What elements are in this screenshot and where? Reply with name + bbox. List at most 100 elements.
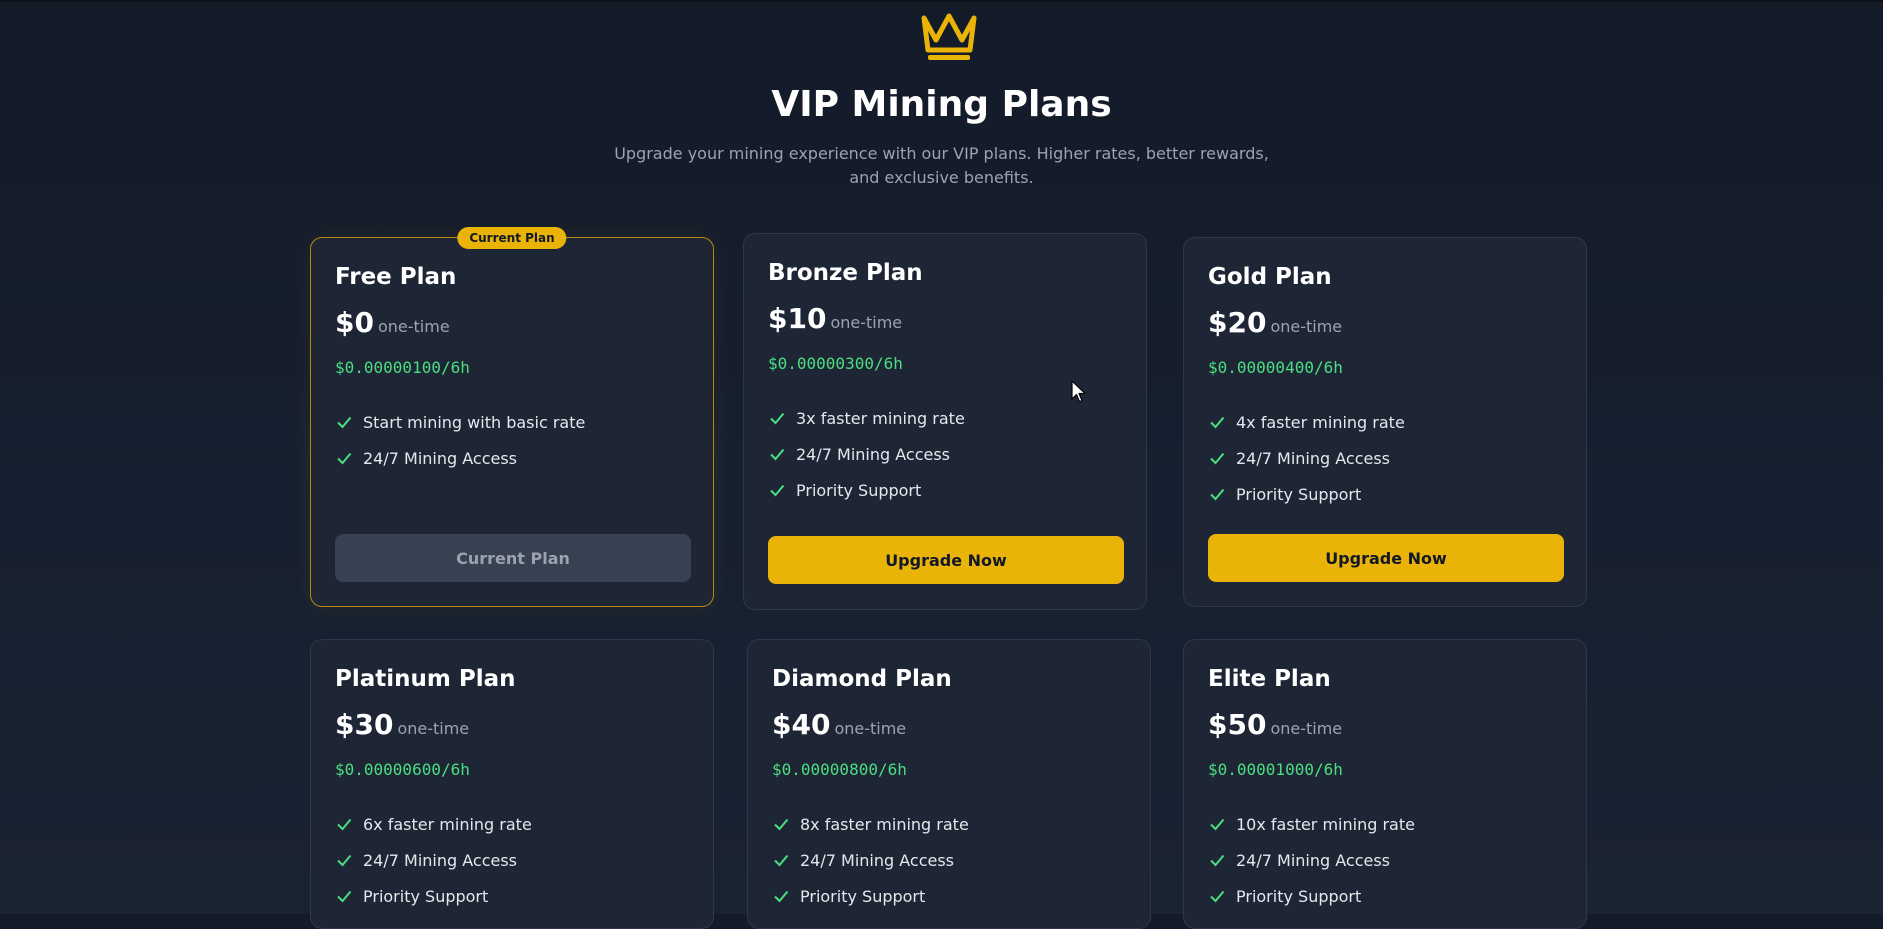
- price-row: $40 one-time: [772, 708, 906, 741]
- check-icon: [337, 452, 352, 465]
- feature-label: 10x faster mining rate: [1236, 814, 1415, 834]
- feature-item: 24/7 Mining Access: [772, 842, 969, 878]
- feature-label: Start mining with basic rate: [363, 412, 586, 432]
- check-icon: [774, 854, 789, 867]
- feature-item: 24/7 Mining Access: [768, 436, 965, 472]
- feature-label: Priority Support: [800, 886, 926, 906]
- top-border: [0, 0, 1883, 2]
- plan-card-bronze: Bronze Plan $10 one-time $0.00000300/6h 3…: [743, 233, 1147, 610]
- feature-label: Priority Support: [1236, 484, 1362, 504]
- price-suffix: one-time: [397, 719, 470, 738]
- plan-name: Free Plan: [335, 264, 457, 290]
- price-suffix: one-time: [1270, 317, 1343, 336]
- check-icon: [1210, 890, 1225, 903]
- check-icon: [337, 890, 352, 903]
- price-row: $20 one-time: [1208, 306, 1342, 339]
- feature-item: Priority Support: [1208, 878, 1415, 914]
- plan-name: Bronze Plan: [768, 260, 923, 286]
- feature-item: Priority Support: [772, 878, 969, 914]
- check-icon: [1210, 488, 1225, 501]
- plan-name: Diamond Plan: [772, 666, 952, 692]
- feature-item: Priority Support: [335, 878, 532, 914]
- check-icon: [1210, 416, 1225, 429]
- price-suffix: one-time: [1270, 719, 1343, 738]
- feature-label: 24/7 Mining Access: [363, 448, 518, 468]
- feature-item: 24/7 Mining Access: [335, 440, 585, 476]
- feature-label: 24/7 Mining Access: [1236, 850, 1391, 870]
- plan-price: $20: [1208, 306, 1267, 339]
- feature-item: 8x faster mining rate: [772, 806, 969, 842]
- feature-item: Start mining with basic rate: [335, 404, 585, 440]
- page-title: VIP Mining Plans: [771, 84, 1112, 125]
- feature-label: 24/7 Mining Access: [1236, 448, 1391, 468]
- feature-label: 8x faster mining rate: [800, 814, 969, 834]
- plan-name: Gold Plan: [1208, 264, 1332, 290]
- feature-label: 3x faster mining rate: [796, 408, 965, 428]
- current-plan-button: Current Plan: [335, 534, 691, 582]
- upgrade-button-gold[interactable]: Upgrade Now: [1208, 534, 1564, 582]
- feature-item: 24/7 Mining Access: [1208, 842, 1415, 878]
- mining-rate: $0.00001000/6h: [1208, 760, 1343, 779]
- price-row: $50 one-time: [1208, 708, 1342, 741]
- feature-item: 24/7 Mining Access: [1208, 440, 1405, 476]
- check-icon: [770, 448, 785, 461]
- feature-list: 8x faster mining rate 24/7 Mining Access…: [772, 806, 969, 914]
- check-icon: [337, 854, 352, 867]
- plan-name: Elite Plan: [1208, 666, 1331, 692]
- feature-list: 3x faster mining rate 24/7 Mining Access…: [768, 400, 965, 508]
- price-suffix: one-time: [377, 317, 450, 336]
- feature-label: 24/7 Mining Access: [363, 850, 518, 870]
- mining-rate: $0.00000800/6h: [772, 760, 907, 779]
- feature-item: Priority Support: [768, 472, 965, 508]
- plan-price: $0: [335, 306, 374, 339]
- price-suffix: one-time: [834, 719, 907, 738]
- feature-list: 4x faster mining rate 24/7 Mining Access…: [1208, 404, 1405, 512]
- current-plan-badge: Current Plan: [457, 227, 567, 249]
- price-row: $10 one-time: [768, 302, 902, 335]
- plan-price: $50: [1208, 708, 1267, 741]
- feature-list: 6x faster mining rate 24/7 Mining Access…: [335, 806, 532, 914]
- check-icon: [337, 416, 352, 429]
- plan-card-gold: Gold Plan $20 one-time $0.00000400/6h 4x …: [1183, 237, 1587, 607]
- plan-name: Platinum Plan: [335, 666, 516, 692]
- feature-item: 4x faster mining rate: [1208, 404, 1405, 440]
- feature-label: Priority Support: [363, 886, 489, 906]
- page-subtitle: Upgrade your mining experience with our …: [614, 144, 1269, 187]
- feature-item: Priority Support: [1208, 476, 1405, 512]
- mining-rate: $0.00000100/6h: [335, 358, 470, 377]
- mouse-cursor-icon: [1071, 380, 1086, 403]
- plan-card-free: Current Plan Free Plan $0 one-time $0.000…: [310, 227, 714, 607]
- plan-price: $40: [772, 708, 831, 741]
- check-icon: [1210, 452, 1225, 465]
- mining-rate: $0.00000300/6h: [768, 354, 903, 373]
- plan-price: $30: [335, 708, 394, 741]
- feature-item: 24/7 Mining Access: [335, 842, 532, 878]
- check-icon: [1210, 818, 1225, 831]
- crown-icon: [921, 13, 977, 60]
- price-row: $30 one-time: [335, 708, 469, 741]
- feature-list: Start mining with basic rate 24/7 Mining…: [335, 404, 585, 476]
- mining-rate: $0.00000400/6h: [1208, 358, 1343, 377]
- feature-label: Priority Support: [1236, 886, 1362, 906]
- check-icon: [1210, 854, 1225, 867]
- feature-list: 10x faster mining rate 24/7 Mining Acces…: [1208, 806, 1415, 914]
- plan-card-diamond: Diamond Plan $40 one-time $0.00000800/6h …: [747, 639, 1151, 929]
- feature-item: 3x faster mining rate: [768, 400, 965, 436]
- feature-label: 24/7 Mining Access: [800, 850, 955, 870]
- check-icon: [774, 818, 789, 831]
- check-icon: [774, 890, 789, 903]
- check-icon: [770, 484, 785, 497]
- plan-card-elite: Elite Plan $50 one-time $0.00001000/6h 10…: [1183, 639, 1587, 929]
- feature-label: 24/7 Mining Access: [796, 444, 951, 464]
- check-icon: [770, 412, 785, 425]
- plan-price: $10: [768, 302, 827, 335]
- price-row: $0 one-time: [335, 306, 450, 339]
- feature-label: 4x faster mining rate: [1236, 412, 1405, 432]
- plan-card-platinum: Platinum Plan $30 one-time $0.00000600/6h…: [310, 639, 714, 929]
- feature-label: Priority Support: [796, 480, 922, 500]
- check-icon: [337, 818, 352, 831]
- feature-label: 6x faster mining rate: [363, 814, 532, 834]
- feature-item: 10x faster mining rate: [1208, 806, 1415, 842]
- upgrade-button-bronze[interactable]: Upgrade Now: [768, 536, 1124, 584]
- mining-rate: $0.00000600/6h: [335, 760, 470, 779]
